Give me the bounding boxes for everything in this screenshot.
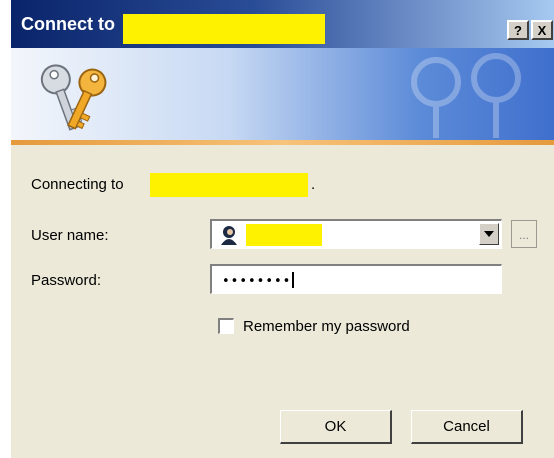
cancel-button[interactable]: Cancel (411, 410, 523, 444)
user-icon (221, 226, 237, 245)
connect-dialog: Connect to ? X Connecting to . User name… (10, 0, 554, 458)
banner (11, 48, 554, 140)
redacted-server-name (123, 14, 325, 44)
redacted-host (150, 173, 308, 197)
connecting-label: Connecting to (31, 176, 124, 193)
banner-divider (11, 140, 554, 145)
close-button[interactable]: X (531, 20, 553, 40)
text-caret (292, 272, 295, 288)
help-button[interactable]: ? (507, 20, 529, 40)
connecting-suffix: . (311, 176, 316, 193)
password-field[interactable]: •••••••• (210, 264, 502, 294)
remember-password-label[interactable]: Remember my password (243, 318, 410, 335)
title-bar[interactable]: Connect to ? X (11, 0, 554, 48)
redacted-username (246, 224, 322, 246)
username-dropdown-button[interactable] (479, 223, 499, 245)
browse-users-button[interactable]: ... (511, 220, 537, 248)
chevron-down-icon (484, 231, 494, 237)
password-label: Password: (31, 272, 102, 289)
username-label: User name: (31, 227, 109, 244)
password-value: •••••••• (222, 274, 292, 289)
keys-icon (40, 64, 107, 131)
remember-password-checkbox[interactable] (218, 318, 234, 334)
ok-button[interactable]: OK (280, 410, 392, 444)
username-combobox[interactable] (210, 219, 502, 249)
watermark-keys-icon (411, 53, 521, 138)
window-title: Connect to (21, 14, 115, 34)
